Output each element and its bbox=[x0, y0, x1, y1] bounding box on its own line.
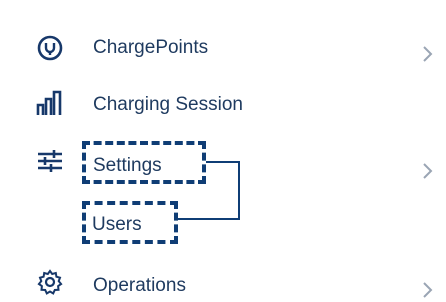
sidebar-item-label: ChargePoints bbox=[93, 37, 209, 58]
sidebar-menu: ChargePoints Charging Session Settings U… bbox=[0, 0, 446, 302]
sidebar-subitem-label: Users bbox=[92, 214, 142, 235]
chevron-right-icon[interactable] bbox=[418, 159, 438, 183]
sidebar-item-label: Operations bbox=[93, 275, 186, 296]
charge-point-icon bbox=[34, 32, 66, 64]
sliders-icon bbox=[34, 145, 66, 177]
sidebar-item-charging-session[interactable]: Charging Session bbox=[0, 85, 446, 125]
sidebar-subitem-users[interactable]: Users bbox=[0, 205, 446, 239]
sidebar-item-label: Settings bbox=[93, 155, 162, 176]
sidebar-item-chargepoints[interactable]: ChargePoints bbox=[0, 28, 446, 68]
chevron-right-icon[interactable] bbox=[418, 278, 438, 302]
sidebar-item-operations[interactable]: Operations bbox=[0, 266, 446, 302]
chevron-right-icon[interactable] bbox=[418, 42, 438, 66]
sidebar-item-label: Charging Session bbox=[93, 94, 243, 115]
sidebar-item-settings[interactable]: Settings bbox=[0, 145, 446, 185]
gear-icon bbox=[34, 266, 66, 298]
bar-chart-icon bbox=[34, 87, 66, 119]
